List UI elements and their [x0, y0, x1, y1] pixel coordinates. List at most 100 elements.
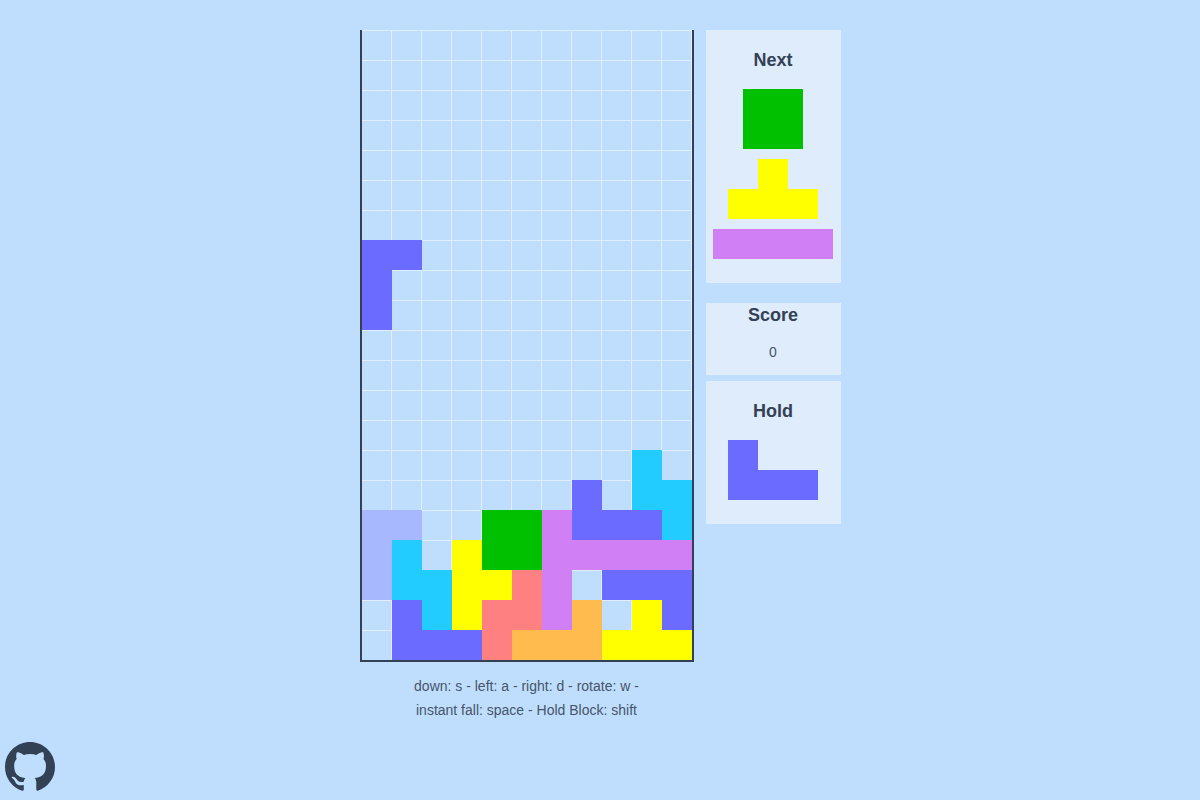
board-cell: [602, 540, 632, 570]
board-cell: [392, 30, 422, 60]
board[interactable]: [360, 30, 694, 662]
board-cell: [572, 540, 602, 570]
board-cell: [602, 180, 632, 210]
board-cell: [662, 600, 692, 630]
piece-cell: [788, 159, 818, 189]
board-cell: [392, 240, 422, 270]
board-cell: [452, 360, 482, 390]
board-cell: [662, 270, 692, 300]
board-cell: [512, 120, 542, 150]
board-cell: [572, 390, 602, 420]
board-cell: [632, 390, 662, 420]
board-cell: [662, 630, 692, 660]
board-cell: [422, 600, 452, 630]
board-cell: [602, 90, 632, 120]
board-cell: [362, 630, 392, 660]
board-cell: [452, 570, 482, 600]
board-cell: [362, 600, 392, 630]
github-icon[interactable]: [5, 742, 55, 792]
board-cell: [392, 120, 422, 150]
board-cell: [422, 330, 452, 360]
board-cell: [512, 150, 542, 180]
board-cell: [542, 360, 572, 390]
piece-cell: [743, 89, 773, 119]
board-cell: [602, 270, 632, 300]
board-cell: [512, 330, 542, 360]
board-cell: [572, 480, 602, 510]
board-cell: [662, 210, 692, 240]
board-cell: [392, 90, 422, 120]
controls-help: down: s - left: a - right: d - rotate: w…: [414, 674, 639, 722]
board-cell: [392, 150, 422, 180]
board-cell: [632, 300, 662, 330]
board-cell: [422, 360, 452, 390]
board-cell: [482, 60, 512, 90]
board-cell: [392, 450, 422, 480]
board-cell: [392, 600, 422, 630]
board-cell: [542, 330, 572, 360]
piece-cell: [788, 470, 818, 500]
board-cell: [482, 330, 512, 360]
board-cell: [632, 30, 662, 60]
board-cell: [482, 450, 512, 480]
board-cell: [632, 210, 662, 240]
board-cell: [632, 240, 662, 270]
board-cell: [482, 180, 512, 210]
board-cell: [602, 390, 632, 420]
board-cell: [452, 510, 482, 540]
board-cell: [362, 180, 392, 210]
board-cell: [602, 300, 632, 330]
board-cell: [572, 450, 602, 480]
board-cell: [632, 510, 662, 540]
board-cell: [632, 630, 662, 660]
piece-cell: [773, 89, 803, 119]
next-piece: [713, 229, 833, 259]
board-cell: [662, 180, 692, 210]
board-cell: [512, 60, 542, 90]
board-cell: [482, 90, 512, 120]
board-cell: [542, 600, 572, 630]
board-cell: [452, 480, 482, 510]
board-cell: [632, 450, 662, 480]
board-cell: [632, 270, 662, 300]
side-panel: Next Score 0 Hold: [706, 30, 841, 722]
board-cell: [542, 300, 572, 330]
next-panel: Next: [706, 30, 841, 283]
board-cell: [482, 630, 512, 660]
piece-cell: [743, 229, 773, 259]
board-cell: [632, 60, 662, 90]
board-cell: [662, 120, 692, 150]
piece-cell: [788, 440, 818, 470]
board-cell: [512, 630, 542, 660]
board-cell: [362, 480, 392, 510]
board-cell: [392, 540, 422, 570]
piece-cell: [728, 440, 758, 470]
board-cell: [392, 390, 422, 420]
board-cell: [602, 330, 632, 360]
board-cell: [632, 570, 662, 600]
board-cell: [572, 180, 602, 210]
board-cell: [362, 330, 392, 360]
board-cell: [392, 360, 422, 390]
board-cell: [362, 150, 392, 180]
board-cell: [392, 300, 422, 330]
board-cell: [662, 30, 692, 60]
board-cell: [572, 270, 602, 300]
board-cell: [422, 120, 452, 150]
board-cell: [512, 90, 542, 120]
board-cell: [542, 420, 572, 450]
board-cell: [632, 600, 662, 630]
piece-cell: [773, 119, 803, 149]
board-cell: [602, 30, 632, 60]
board-cell: [512, 300, 542, 330]
piece-cell: [713, 229, 743, 259]
board-cell: [542, 180, 572, 210]
board-cell: [452, 420, 482, 450]
board-cell: [542, 270, 572, 300]
board-cell: [362, 120, 392, 150]
board-cell: [602, 120, 632, 150]
board-cell: [662, 330, 692, 360]
board-cell: [542, 390, 572, 420]
board-cell: [572, 570, 602, 600]
board-cell: [422, 480, 452, 510]
